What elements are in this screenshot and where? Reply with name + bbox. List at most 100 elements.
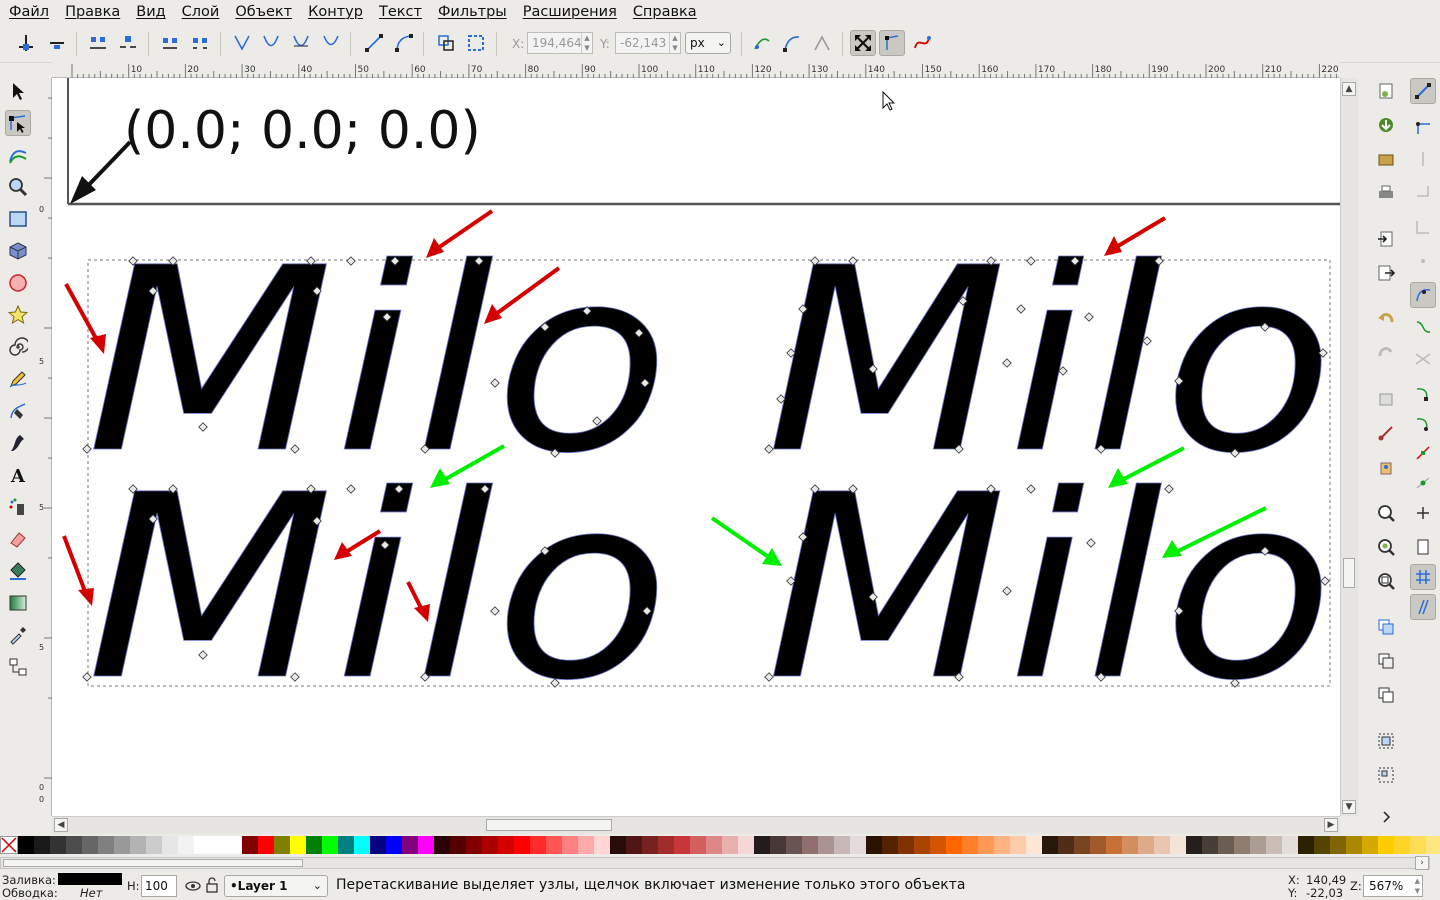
color-swatch[interactable] xyxy=(1218,836,1234,854)
snap-guides-button[interactable] xyxy=(1410,594,1436,620)
snap-smooth-nodes-button[interactable] xyxy=(1410,410,1436,436)
color-swatch[interactable] xyxy=(98,836,114,854)
clone-button[interactable] xyxy=(1373,648,1399,674)
snap-page-border-button[interactable] xyxy=(1410,534,1436,560)
color-swatch[interactable] xyxy=(34,836,50,854)
x-coordinate-input[interactable]: 194,464 ▲ ▼ xyxy=(527,32,593,54)
snap-bbox-edge-button[interactable] xyxy=(1410,146,1436,172)
zoom-spin-arrows[interactable]: ▲ ▼ xyxy=(1415,876,1420,896)
zoom-tool[interactable] xyxy=(5,174,31,200)
color-swatch[interactable] xyxy=(1362,836,1378,854)
duplicate-button[interactable] xyxy=(1373,614,1399,640)
make-curve-button[interactable] xyxy=(391,30,417,56)
horizontal-ruler[interactable]: 10 20 30 40 50 60 70 80 90 100 110 120 130 140 150 160 1… xyxy=(52,62,1340,78)
scroll-left-button[interactable]: ◀ xyxy=(54,818,68,832)
dropper-tool[interactable] xyxy=(5,622,31,648)
color-swatch[interactable] xyxy=(1122,836,1138,854)
color-swatch[interactable] xyxy=(290,836,306,854)
menu-layer[interactable]: Слой xyxy=(174,0,228,24)
color-swatch[interactable] xyxy=(1410,836,1426,854)
color-swatch[interactable] xyxy=(610,836,626,854)
color-swatch[interactable] xyxy=(306,836,322,854)
snap-to-paths-button[interactable] xyxy=(1410,314,1436,340)
snap-rotation-center-button[interactable] xyxy=(1410,500,1436,526)
color-swatch[interactable] xyxy=(1202,836,1218,854)
join-segment-button[interactable] xyxy=(157,30,183,56)
color-swatch[interactable] xyxy=(834,836,850,854)
color-swatch[interactable] xyxy=(1042,836,1058,854)
menu-path[interactable]: Контур xyxy=(300,0,371,24)
color-swatch[interactable] xyxy=(962,836,978,854)
color-swatch[interactable] xyxy=(194,836,210,854)
color-swatch[interactable] xyxy=(978,836,994,854)
cusp-node-button[interactable] xyxy=(229,30,255,56)
color-swatch[interactable] xyxy=(578,836,594,854)
palette-scrollbar[interactable]: › xyxy=(0,856,1430,870)
smooth-node-button[interactable] xyxy=(258,30,284,56)
color-swatch[interactable] xyxy=(226,836,242,854)
vertical-ruler[interactable]: 0 5 5 5 0 0 xyxy=(36,78,52,816)
color-swatch[interactable] xyxy=(994,836,1010,854)
color-swatch[interactable] xyxy=(162,836,178,854)
color-swatch[interactable] xyxy=(1346,836,1362,854)
color-swatch[interactable] xyxy=(946,836,962,854)
layer-select[interactable]: •Layer 1 ⌄ xyxy=(224,875,328,897)
palette-scroll-thumb[interactable] xyxy=(3,859,303,867)
color-swatch[interactable] xyxy=(1154,836,1170,854)
menu-view[interactable]: Вид xyxy=(128,0,173,24)
color-swatch[interactable] xyxy=(114,836,130,854)
zoom-drawing-button[interactable] xyxy=(1373,534,1399,560)
color-swatch[interactable] xyxy=(738,836,754,854)
color-swatch[interactable] xyxy=(754,836,770,854)
color-swatch[interactable] xyxy=(1282,836,1298,854)
color-swatch[interactable] xyxy=(1026,836,1042,854)
menu-filters[interactable]: Фильтры xyxy=(430,0,515,24)
color-swatch[interactable] xyxy=(850,836,866,854)
color-swatch[interactable] xyxy=(386,836,402,854)
color-swatch[interactable] xyxy=(178,836,194,854)
color-swatch[interactable] xyxy=(1170,836,1186,854)
lock-toggle[interactable] xyxy=(205,877,219,896)
color-swatch[interactable] xyxy=(1266,836,1282,854)
color-swatch[interactable] xyxy=(1234,836,1250,854)
snap-bbox-button[interactable] xyxy=(1410,114,1436,140)
vertical-scroll-thumb[interactable] xyxy=(1343,558,1355,588)
stroke-indicator[interactable]: Нет xyxy=(80,886,102,900)
color-swatch[interactable] xyxy=(1250,836,1266,854)
color-swatch[interactable] xyxy=(626,836,642,854)
color-swatch[interactable] xyxy=(1010,836,1026,854)
open-button[interactable] xyxy=(1373,146,1399,172)
gradient-tool[interactable] xyxy=(5,590,31,616)
zoom-page-button[interactable] xyxy=(1373,568,1399,594)
snap-nodes-button[interactable] xyxy=(1410,282,1436,308)
break-path-button[interactable] xyxy=(115,30,141,56)
color-swatch[interactable] xyxy=(898,836,914,854)
unit-select[interactable]: px ⌄ xyxy=(685,32,731,54)
color-swatch[interactable] xyxy=(1314,836,1330,854)
drawing-canvas[interactable]: (0.0; 0.0; 0.0) Milo Milo Milo Milo xyxy=(52,78,1340,816)
color-swatch[interactable] xyxy=(402,836,418,854)
object-to-path-button[interactable] xyxy=(433,30,459,56)
stroke-to-path-button[interactable] xyxy=(463,30,489,56)
color-swatch[interactable] xyxy=(354,836,370,854)
menu-edit[interactable]: Правка xyxy=(57,0,128,24)
join-nodes-button[interactable] xyxy=(85,30,111,56)
menu-help[interactable]: Справка xyxy=(625,0,705,24)
undo-button[interactable] xyxy=(1373,306,1399,332)
color-swatch[interactable] xyxy=(818,836,834,854)
color-swatch[interactable] xyxy=(770,836,786,854)
pencil-tool[interactable] xyxy=(5,366,31,392)
color-swatch[interactable] xyxy=(258,836,274,854)
snap-object-midpoints-button[interactable] xyxy=(1410,470,1436,496)
color-swatch[interactable] xyxy=(1106,836,1122,854)
menu-extensions[interactable]: Расширения xyxy=(515,0,625,24)
edit-mask-button[interactable] xyxy=(809,30,835,56)
insert-node-button[interactable] xyxy=(13,30,39,56)
calligraphy-tool[interactable] xyxy=(5,430,31,456)
live-path-effect-button[interactable] xyxy=(909,30,935,56)
scroll-up-button[interactable]: ▲ xyxy=(1342,82,1356,96)
color-swatch[interactable] xyxy=(18,836,34,854)
color-swatch[interactable] xyxy=(1138,836,1154,854)
more-commands-button[interactable] xyxy=(1373,804,1399,830)
fill-indicator[interactable] xyxy=(58,873,122,885)
